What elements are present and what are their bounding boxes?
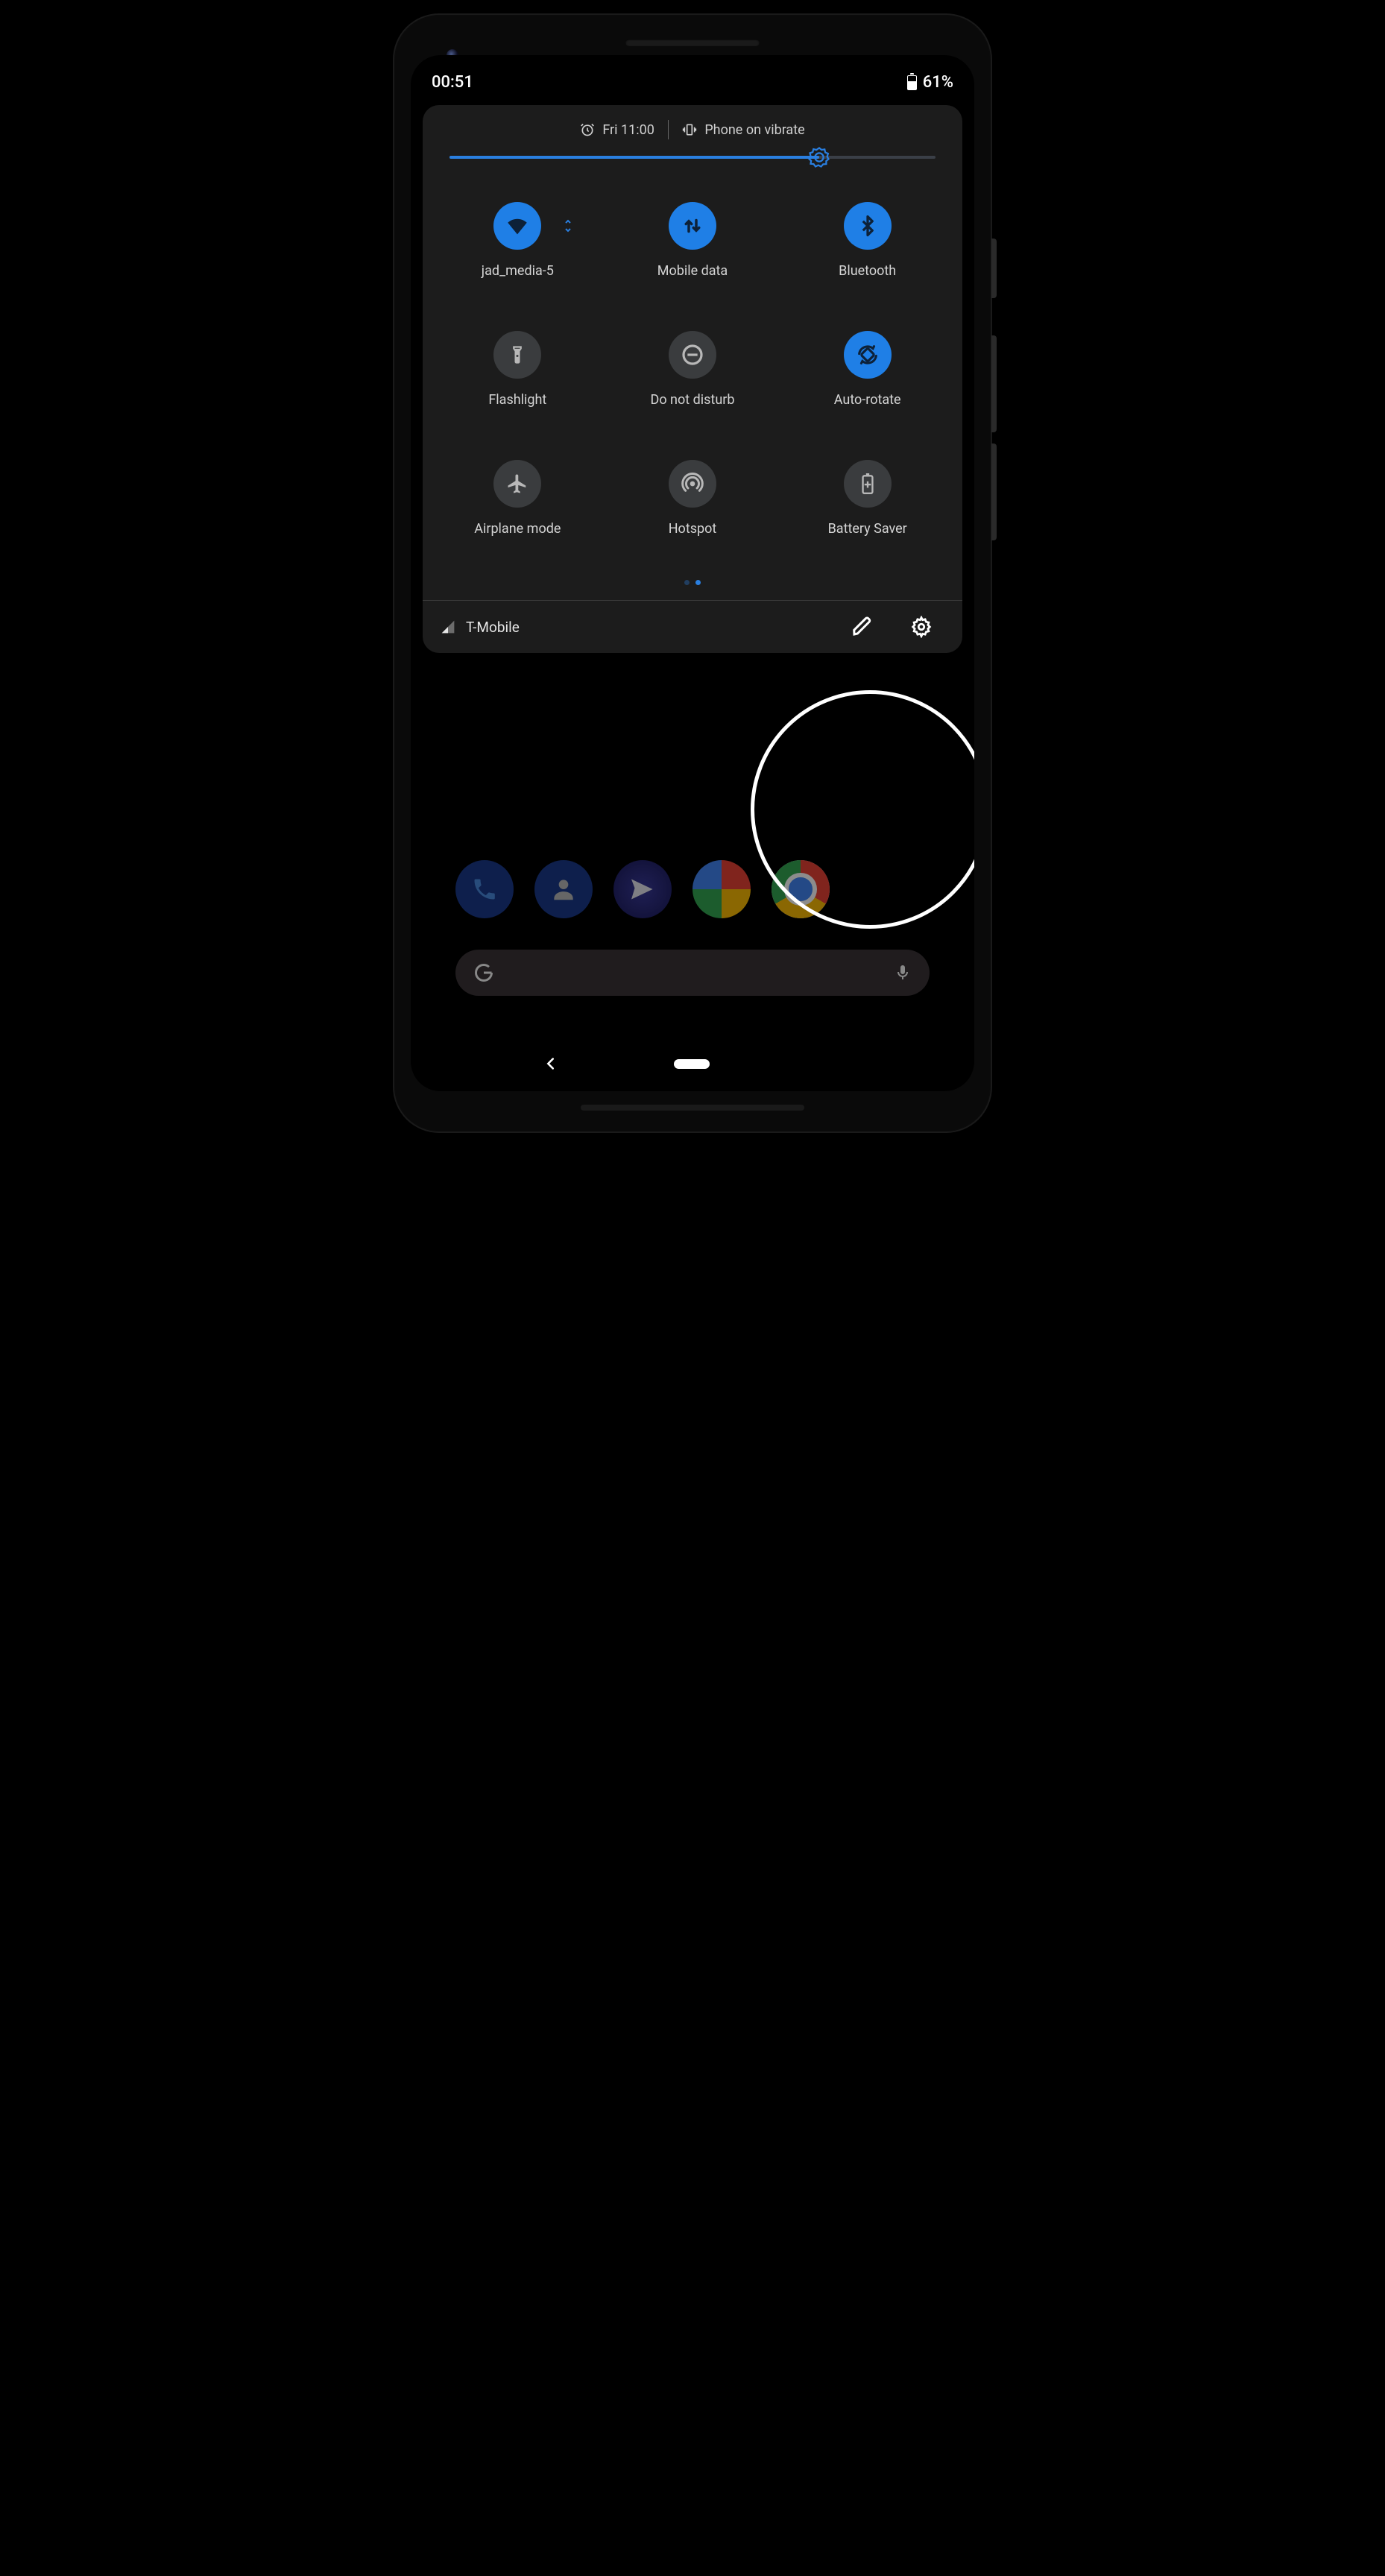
brightness-fill [449, 156, 819, 159]
tile-flashlight[interactable]: Flashlight [430, 331, 605, 408]
power-button [991, 239, 997, 298]
contacts-app-icon[interactable] [534, 860, 593, 918]
battery-icon [907, 75, 917, 90]
battery-saver-icon [844, 460, 892, 508]
pager-dot[interactable] [684, 580, 690, 585]
wifi-icon [493, 202, 541, 250]
back-button[interactable] [543, 1055, 559, 1072]
bottom-speaker [581, 1105, 804, 1111]
tile-label: Flashlight [488, 392, 546, 408]
tile-label: Battery Saver [828, 521, 907, 537]
bluetooth-icon [844, 202, 892, 250]
pager-dot[interactable] [695, 580, 701, 585]
carrier-name: T-Mobile [466, 619, 520, 636]
alarm-icon [580, 122, 595, 137]
carrier-label[interactable]: T-Mobile [441, 619, 520, 636]
tile-label: Hotspot [669, 521, 717, 537]
tile-label: Mobile data [657, 263, 728, 279]
mic-icon[interactable] [894, 964, 912, 982]
wifi-expand-icon[interactable] [562, 218, 574, 236]
qs-tiles-grid: jad_media-5 Mobile data Bluetooth [423, 180, 962, 544]
ringer-text: Phone on vibrate [704, 122, 804, 138]
edit-icon[interactable] [851, 616, 873, 638]
navigation-bar [411, 1055, 974, 1072]
app-icon[interactable] [692, 860, 751, 918]
auto-rotate-icon [844, 331, 892, 379]
home-dock [411, 860, 974, 918]
brightness-icon[interactable] [808, 146, 830, 168]
settings-icon[interactable] [910, 616, 933, 638]
page-indicator [423, 544, 962, 600]
tile-hotspot[interactable]: Hotspot [605, 460, 780, 537]
tile-mobile-data[interactable]: Mobile data [605, 202, 780, 279]
volume-down-button [991, 443, 997, 540]
tile-bluetooth[interactable]: Bluetooth [780, 202, 955, 279]
tile-label: jad_media-5 [482, 263, 554, 279]
qs-footer: T-Mobile [423, 600, 962, 653]
messages-app-icon[interactable] [613, 860, 672, 918]
battery-fill [908, 81, 916, 89]
tile-battery-saver[interactable]: Battery Saver [780, 460, 955, 537]
phone-device-frame: 00:51 61% Fri 11:00 Phone on vibrate [394, 15, 991, 1131]
chrome-app-icon[interactable] [772, 860, 830, 918]
footer-actions [851, 616, 944, 638]
ringer-indicator[interactable]: Phone on vibrate [682, 122, 804, 138]
volume-up-button [991, 335, 997, 432]
alarm-indicator[interactable]: Fri 11:00 [580, 122, 654, 138]
vibrate-icon [682, 122, 697, 137]
status-right: 61% [907, 73, 953, 92]
status-bar: 00:51 61% [411, 55, 974, 105]
alarm-text: Fri 11:00 [602, 122, 654, 138]
tile-label: Auto-rotate [834, 392, 901, 408]
home-pill[interactable] [674, 1059, 710, 1069]
flashlight-icon [493, 331, 541, 379]
signal-icon [441, 619, 455, 634]
tile-auto-rotate[interactable]: Auto-rotate [780, 331, 955, 408]
screen: 00:51 61% Fri 11:00 Phone on vibrate [411, 55, 974, 1091]
tile-label: Bluetooth [839, 263, 896, 279]
mobile-data-icon [669, 202, 716, 250]
brightness-slider[interactable] [449, 156, 936, 159]
airplane-icon [493, 460, 541, 508]
phone-app-icon[interactable] [455, 860, 514, 918]
tile-label: Do not disturb [651, 392, 735, 408]
tile-label: Airplane mode [474, 521, 561, 537]
qs-header: Fri 11:00 Phone on vibrate [423, 105, 962, 156]
google-search-bar[interactable] [455, 950, 930, 996]
status-time: 00:51 [432, 73, 473, 92]
tile-dnd[interactable]: Do not disturb [605, 331, 780, 408]
dnd-icon [669, 331, 716, 379]
earpiece-speaker [625, 39, 760, 46]
google-g-icon [473, 962, 494, 983]
tile-wifi[interactable]: jad_media-5 [430, 202, 605, 279]
header-divider [668, 120, 669, 139]
battery-percentage: 61% [923, 73, 953, 92]
quick-settings-panel: Fri 11:00 Phone on vibrate [423, 105, 962, 653]
hotspot-icon [669, 460, 716, 508]
tile-airplane[interactable]: Airplane mode [430, 460, 605, 537]
